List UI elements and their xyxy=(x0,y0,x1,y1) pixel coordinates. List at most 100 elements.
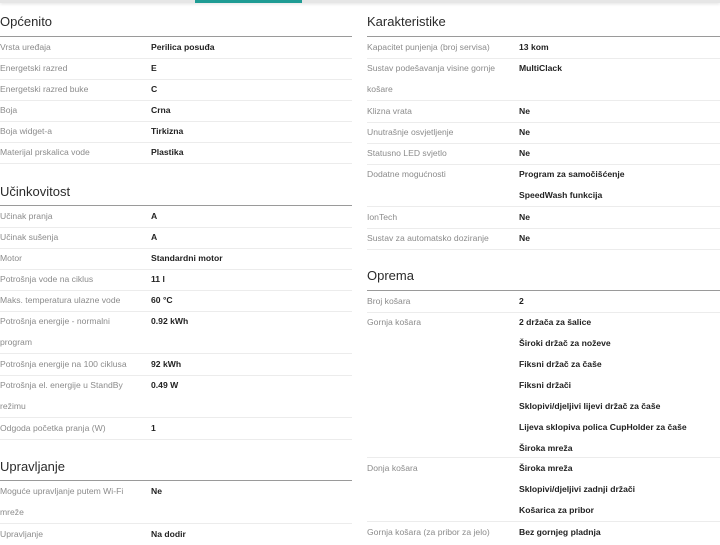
spec-label-continued: košare xyxy=(367,84,393,94)
spec-value: 0.49 W xyxy=(151,380,179,390)
spec-label: IonTech xyxy=(367,212,398,222)
spec-value: Ne xyxy=(519,148,530,158)
spec-row: Potrošnja energije - normalni program 0.… xyxy=(0,311,352,354)
spec-row: Materijal prskalica vode Plastika xyxy=(0,142,352,164)
spec-row: Gornja košara (za pribor za jelo) Bez go… xyxy=(367,522,720,543)
spec-value: Lijeva sklopiva polica CupHolder za čaše xyxy=(519,422,687,432)
spec-label-continued: program xyxy=(0,337,32,347)
spec-value: Perilica posuđa xyxy=(151,42,215,52)
spec-label: Klizna vrata xyxy=(367,106,412,116)
spec-row: Gornja košara 2 držača za šalice Široki … xyxy=(367,312,720,458)
spec-value: Program za samočišćenje xyxy=(519,169,625,179)
spec-value: Fiksni držači xyxy=(519,380,572,390)
spec-value: Ne xyxy=(519,106,530,116)
spec-row: Potrošnja vode na ciklus 11 l xyxy=(0,269,352,291)
spec-value: Bez gornjeg pladnja xyxy=(519,527,601,537)
spec-row: Potrošnja energije na 100 ciklusa 92 kWh xyxy=(0,354,352,376)
spec-label: Upravljanje xyxy=(0,529,43,539)
spec-row: Odgoda početka pranja (W) 1 xyxy=(0,418,352,440)
spec-label: Učinak pranja xyxy=(0,211,53,221)
spec-row: Upravljanje Na dodir xyxy=(0,524,352,545)
spec-row: Potrošnja el. energije u StandBy režimu … xyxy=(0,375,352,418)
spec-label: Motor xyxy=(0,253,22,263)
spec-row: Energetski razred buke C xyxy=(0,79,352,101)
spec-value: MultiClack xyxy=(519,63,562,73)
section-title-karakteristike: Karakteristike xyxy=(367,14,446,29)
spec-row: Energetski razred E xyxy=(0,58,352,80)
spec-value: Široka mreža xyxy=(519,463,573,473)
spec-row: Klizna vrata Ne xyxy=(367,101,720,123)
spec-label: Broj košara xyxy=(367,296,411,306)
spec-row: Učinak sušenja A xyxy=(0,227,352,249)
active-tab-indicator xyxy=(195,0,302,3)
spec-label: Dodatne mogućnosti xyxy=(367,169,446,179)
spec-label: Energetski razred buke xyxy=(0,84,89,94)
spec-label: Materijal prskalica vode xyxy=(0,147,90,157)
spec-label: Energetski razred xyxy=(0,63,68,73)
spec-label: Moguće upravljanje putem Wi-Fi xyxy=(0,486,124,496)
spec-label: Statusno LED svjetlo xyxy=(367,148,447,158)
spec-label: Potrošnja energije na 100 ciklusa xyxy=(0,359,127,369)
spec-value: Standardni motor xyxy=(151,253,223,263)
spec-value: Široki držač za noževe xyxy=(519,338,611,348)
spec-row: Unutrašnje osvjetljenje Ne xyxy=(367,122,720,144)
spec-label: Sustav za automatsko doziranje xyxy=(367,233,489,243)
spec-label: Učinak sušenja xyxy=(0,232,59,242)
spec-label: Potrošnja vode na ciklus xyxy=(0,274,94,284)
spec-label: Odgoda početka pranja (W) xyxy=(0,423,106,433)
spec-row: Dodatne mogućnosti Program za samočišćen… xyxy=(367,164,720,207)
spec-value: Ne xyxy=(519,233,530,243)
spec-row: Sustav podešavanja visine gornje košare … xyxy=(367,58,720,101)
spec-value: SpeedWash funkcija xyxy=(519,190,603,200)
spec-value: Sklopivi/djeljivi lijevi držač za čaše xyxy=(519,401,661,411)
spec-value: Ne xyxy=(151,486,162,496)
spec-value: 13 kom xyxy=(519,42,549,52)
spec-label: Potrošnja el. energije u StandBy xyxy=(0,380,123,390)
spec-row: Vrsta uređaja Perilica posuđa xyxy=(0,37,352,59)
spec-value: A xyxy=(151,232,158,242)
spec-value: 2 xyxy=(519,296,524,306)
spec-value: 1 xyxy=(151,423,156,433)
spec-label: Donja košara xyxy=(367,463,418,473)
spec-label: Boja widget-a xyxy=(0,126,53,136)
spec-value: Široka mreža xyxy=(519,443,573,453)
section-title-ucinkovitost: Učinkovitost xyxy=(0,184,71,199)
spec-value: Fiksni držač za čaše xyxy=(519,359,602,369)
spec-label: Sustav podešavanja visine gornje xyxy=(367,63,496,73)
spec-label: Unutrašnje osvjetljenje xyxy=(367,127,454,137)
spec-row: Kapacitet punjenja (broj servisa) 13 kom xyxy=(367,37,720,59)
spec-label: Kapacitet punjenja (broj servisa) xyxy=(367,42,490,52)
spec-row: IonTech Ne xyxy=(367,207,720,229)
spec-value: Košarica za pribor xyxy=(519,505,594,515)
spec-value: Ne xyxy=(519,127,530,137)
spec-row: Motor Standardni motor xyxy=(0,248,352,270)
spec-label: Maks. temperatura ulazne vode xyxy=(0,295,121,305)
spec-label: Boja xyxy=(0,105,18,115)
spec-row: Boja Crna xyxy=(0,100,352,122)
spec-value: Na dodir xyxy=(151,529,186,539)
spec-value: E xyxy=(151,63,157,73)
spec-label: Vrsta uređaja xyxy=(0,42,51,52)
spec-label: Gornja košara (za pribor za jelo) xyxy=(367,527,490,537)
spec-value: Tirkizna xyxy=(151,126,184,136)
spec-row: Učinak pranja A xyxy=(0,206,352,228)
section-title-opcenito: Općenito xyxy=(0,14,53,29)
spec-value: 60 °C xyxy=(151,295,173,305)
spec-value: 2 držača za šalice xyxy=(519,317,592,327)
spec-value: 0.92 kWh xyxy=(151,316,189,326)
spec-row: Sustav za automatsko doziranje Ne xyxy=(367,228,720,250)
spec-value: Crna xyxy=(151,105,171,115)
spec-label: Gornja košara xyxy=(367,317,421,327)
spec-row: Donja košara Široka mreža Sklopivi/djelj… xyxy=(367,458,720,522)
section-title-upravljanje: Upravljanje xyxy=(0,459,66,474)
spec-row: Moguće upravljanje putem Wi-Fi mreže Ne xyxy=(0,481,352,524)
spec-value: Sklopivi/djeljivi zadnji držači xyxy=(519,484,636,494)
top-tab-bar xyxy=(0,0,720,3)
section-title-oprema: Oprema xyxy=(367,268,414,283)
spec-row: Boja widget-a Tirkizna xyxy=(0,121,352,143)
spec-value: Ne xyxy=(519,212,530,222)
spec-label-continued: režimu xyxy=(0,401,26,411)
spec-value: A xyxy=(151,211,158,221)
spec-value: C xyxy=(151,84,158,94)
spec-value: 92 kWh xyxy=(151,359,182,369)
